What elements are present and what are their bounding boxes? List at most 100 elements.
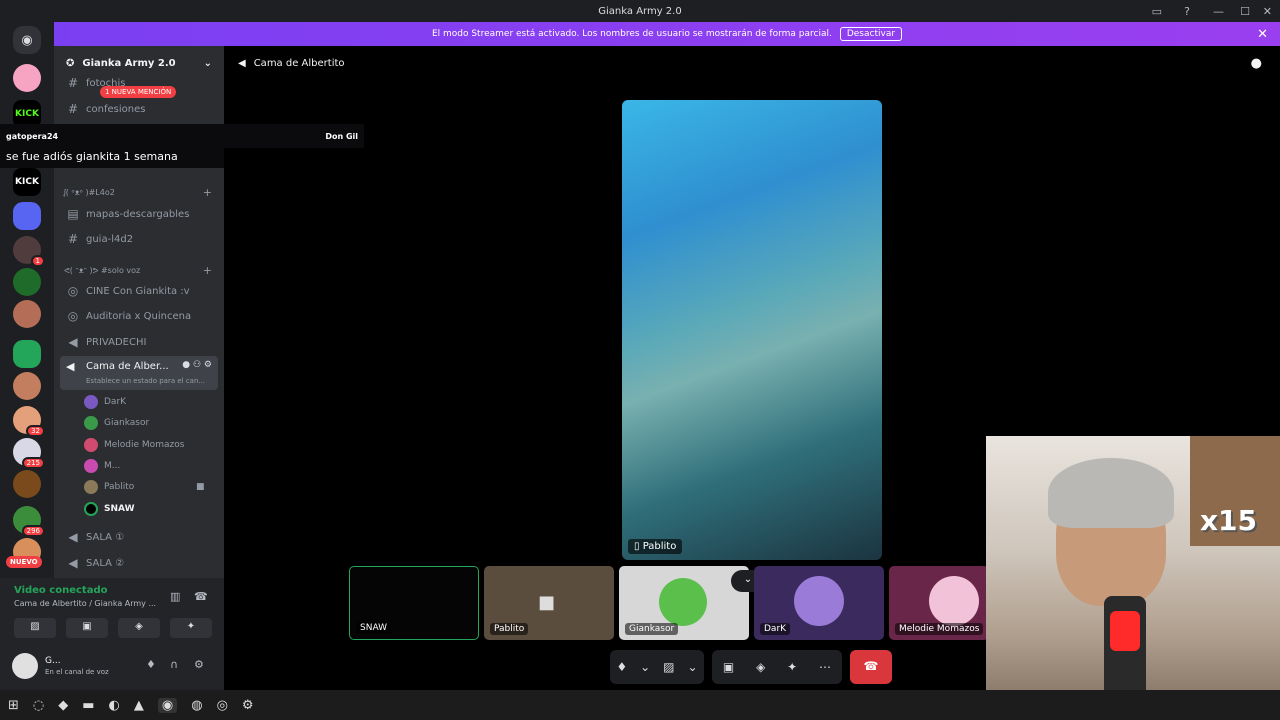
channel-actions-icons[interactable]: ● ⚇ ⚙ [182, 360, 212, 370]
channel-item[interactable]: ◎ CINE Con Giankita :v [62, 280, 216, 302]
webcam-mic-light [1110, 611, 1140, 651]
server-icon[interactable] [13, 268, 41, 296]
chevron-down-icon[interactable]: ⌄ [687, 660, 697, 674]
voice-user[interactable]: Pablito ■ [84, 478, 205, 496]
voice-user[interactable]: DarK [84, 393, 126, 411]
folder-icon[interactable]: ▬ [82, 698, 94, 713]
mic-icon[interactable]: ♦ [616, 660, 627, 674]
channel-item[interactable]: ◎ Auditoria x Quincena [62, 305, 216, 327]
settings-gear-icon[interactable]: ⚙ [194, 658, 204, 671]
banner-text: El modo Streamer está activado. Los nomb… [431, 29, 832, 39]
voice-status[interactable]: Video conectado [14, 585, 107, 596]
avatar [794, 576, 844, 626]
camera-toggle-button[interactable]: ▨ [14, 618, 56, 638]
unread-badge: 296 [21, 525, 45, 537]
disable-streamer-button[interactable]: Desactivar [839, 27, 903, 41]
minimize-button[interactable]: — [1213, 0, 1224, 22]
hang-up-button[interactable]: ☎ [850, 650, 892, 684]
folder-icon[interactable] [13, 202, 41, 230]
avatar [659, 578, 707, 626]
channel-item[interactable]: # guia-l4d2 [62, 228, 216, 250]
server-icon[interactable]: 1 [13, 236, 45, 267]
streamer-mode-banner: El modo Streamer está activado. Los nomb… [54, 22, 1280, 46]
search-icon[interactable]: ◌ [33, 698, 44, 713]
steam-icon[interactable]: ⚙ [242, 698, 254, 713]
text-channel-icon: # [67, 232, 79, 246]
kick-server-icon[interactable]: KICK [13, 168, 41, 196]
avatar [84, 416, 98, 430]
chat-bubble-icon[interactable]: ● [1251, 56, 1262, 71]
channel-status[interactable]: Establece un estado para el can... [86, 377, 205, 385]
video-tile[interactable]: Melodie Momazos [889, 566, 989, 640]
channel-item[interactable]: ◀ PRIVADECHI [62, 331, 216, 353]
mic-icon[interactable]: ♦ [146, 658, 156, 671]
avatar [84, 395, 98, 409]
chevron-down-icon: ⌄ [203, 57, 212, 69]
edge-icon[interactable]: ◐ [109, 698, 120, 713]
user-avatar[interactable] [12, 653, 38, 679]
maximize-button[interactable]: ☐ [1240, 0, 1250, 22]
camera-off-icon[interactable]: ▨ [663, 660, 674, 674]
more-icon[interactable]: ⋯ [819, 660, 831, 674]
toast-other-user: Don Gil [325, 131, 358, 141]
server-icon[interactable] [13, 300, 41, 328]
voice-channel-icon: ◀ [68, 335, 78, 349]
app-icon[interactable]: ◆ [58, 698, 68, 713]
message-toast[interactable]: gatopera24 Don Gil [0, 124, 364, 148]
help-icon[interactable]: ? [1184, 0, 1190, 22]
obs-icon[interactable]: ◍ [191, 698, 202, 713]
mention-badge[interactable]: 1 NUEVA MENCIÓN [100, 86, 177, 98]
headphones-icon[interactable]: ∩ [170, 658, 178, 671]
unread-badge: 1 [30, 255, 45, 267]
noise-icon[interactable]: ▥ [170, 590, 180, 603]
server-icon[interactable] [13, 64, 41, 92]
soundboard-button[interactable]: ✦ [170, 618, 212, 638]
webcam-hat [1048, 458, 1174, 528]
server-icon[interactable]: 215 [13, 438, 45, 469]
screen-share-button[interactable]: ▣ [66, 618, 108, 638]
discord-icon[interactable]: ◉ [157, 697, 178, 713]
unread-badge: 215 [21, 457, 45, 469]
voice-channel-path[interactable]: Cama de Albertito / Gianka Army ... [14, 599, 156, 608]
channel-item[interactable]: ◀ SALA ① [62, 526, 216, 548]
channel-item[interactable]: ◀ SALA ② [62, 552, 216, 574]
activity-icon[interactable]: ◈ [756, 660, 765, 674]
server-icon[interactable] [13, 372, 41, 400]
close-window-button[interactable]: ✕ [1263, 0, 1272, 22]
folder-icon[interactable] [13, 340, 41, 368]
soundboard-icon[interactable]: ✦ [787, 660, 797, 674]
video-tile[interactable]: ■ Pablito [484, 566, 614, 640]
close-banner-icon[interactable]: ✕ [1257, 27, 1268, 42]
voice-user[interactable]: SNAW [84, 500, 135, 518]
chevron-down-icon[interactable]: ⌄ [640, 660, 650, 674]
server-icon[interactable]: 296 [13, 506, 45, 537]
focused-video[interactable]: ▯ Pablito [622, 100, 882, 560]
server-icon[interactable]: 32 [13, 406, 45, 437]
video-tile[interactable]: Giankasor [619, 566, 749, 640]
category-label[interactable]: ᕙ( ᵔᴥᵔ )ᕗ #solo voz [64, 266, 140, 275]
video-tile[interactable]: SNAW [349, 566, 479, 640]
server-icon[interactable] [13, 470, 41, 498]
voice-user[interactable]: M... [84, 457, 120, 475]
app-icon[interactable]: ◎ [217, 698, 228, 713]
voice-user[interactable]: Giankasor [84, 414, 149, 432]
video-tile[interactable]: DarK [754, 566, 884, 640]
category-label[interactable]: ᶘ( ᵒᴥᵒ )#L4o2 [64, 188, 115, 197]
active-voice-channel[interactable]: ◀ Cama de Alber... ● ⚇ ⚙ Establece un es… [60, 356, 218, 390]
brave-icon[interactable]: ▲ [134, 698, 144, 713]
disconnect-icon[interactable]: ☎ [194, 590, 208, 603]
user-name: G... [45, 656, 61, 666]
discord-home-icon[interactable]: ◉ [13, 26, 41, 54]
camera-icon: ■ [538, 592, 556, 613]
screen-share-icon[interactable]: ▣ [723, 660, 734, 674]
channel-item[interactable]: ▤ mapas-descargables [62, 203, 216, 225]
channel-item[interactable]: # confesiones [62, 98, 216, 120]
voice-channel-icon: ◀ [68, 556, 78, 570]
windows-start-icon[interactable]: ⊞ [8, 698, 19, 713]
inbox-icon[interactable]: ▭ [1152, 0, 1162, 22]
user-status: En el canal de voz [45, 668, 109, 676]
voice-user[interactable]: Melodie Momazos [84, 436, 184, 454]
activity-button[interactable]: ◈ [118, 618, 160, 638]
add-channel-icon[interactable]: + [203, 264, 212, 277]
add-channel-icon[interactable]: + [203, 186, 212, 199]
